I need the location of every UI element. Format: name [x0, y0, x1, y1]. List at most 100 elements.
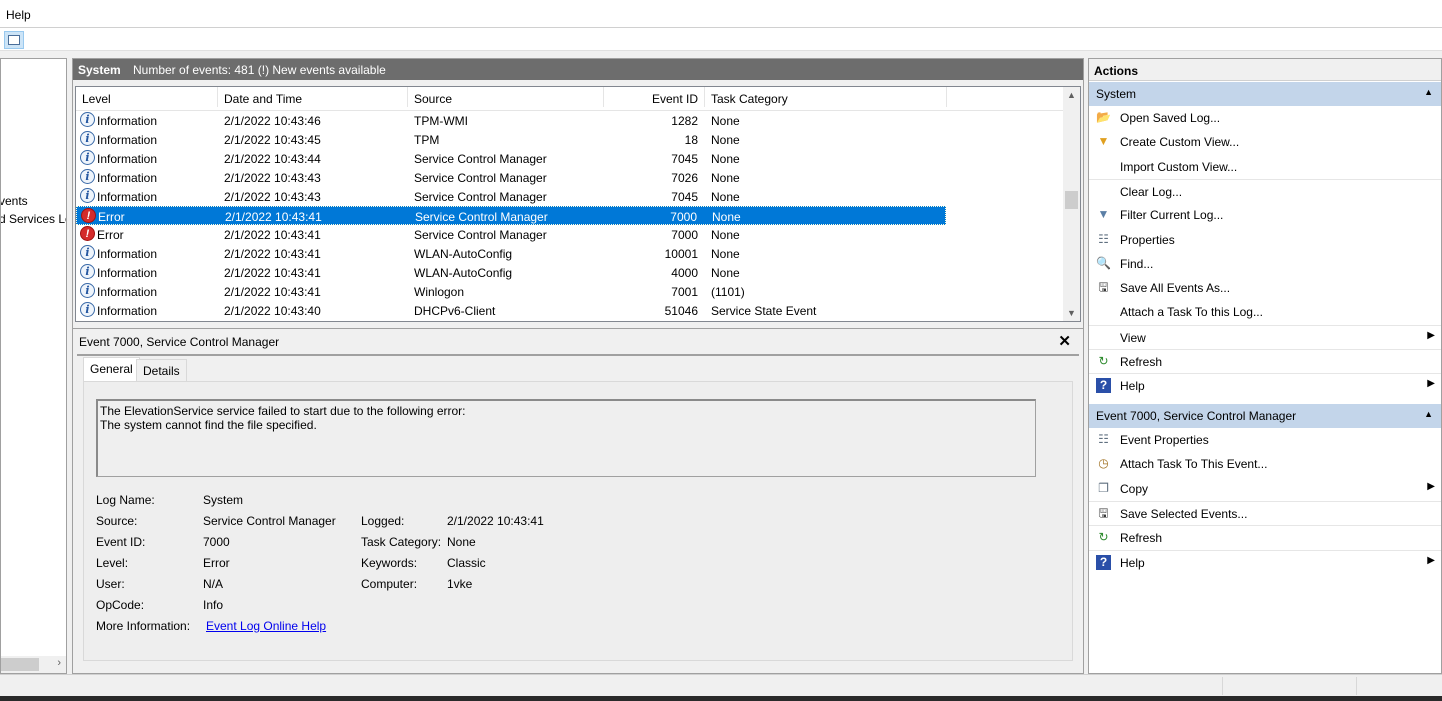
- section-title: System: [1096, 87, 1137, 101]
- menu-bar: Help: [0, 0, 1442, 28]
- cell-date: 2/1/2022 10:43:41: [224, 285, 321, 299]
- divider: [77, 354, 1079, 356]
- tab-general[interactable]: General: [83, 357, 140, 382]
- taskbar-edge: [0, 696, 1442, 701]
- actions-pane: Actions System ▲ 📂 Open Saved Log... ▼ Crea…: [1088, 58, 1442, 674]
- cell-level: Information: [97, 114, 158, 128]
- show-hide-console-tree-icon[interactable]: [4, 31, 24, 49]
- cell-source: WLAN-AutoConfig: [414, 247, 513, 261]
- event-message[interactable]: The ElevationService service failed to s…: [96, 399, 1036, 477]
- tab-details[interactable]: Details: [136, 359, 187, 381]
- actions-section-system[interactable]: System ▲: [1089, 82, 1441, 106]
- action-label: Filter Current Log...: [1120, 208, 1224, 223]
- action-label: Import Custom View...: [1120, 159, 1238, 174]
- action-open-saved-log[interactable]: 📂 Open Saved Log...: [1089, 106, 1441, 130]
- action-label: Event Properties: [1120, 433, 1209, 447]
- cell-level: Error: [98, 210, 125, 224]
- user-value: N/A: [203, 577, 224, 591]
- column-source[interactable]: Source: [408, 87, 604, 107]
- event-detail-pane: Event 7000, Service Control Manager ✕ Ge…: [73, 328, 1083, 673]
- action-attach-task-to-this-event[interactable]: ◷ Attach Task To This Event...: [1089, 452, 1441, 476]
- keywords-value: Classic: [447, 556, 486, 570]
- menu-help[interactable]: Help: [6, 8, 31, 22]
- cell-task-category: None: [711, 171, 740, 185]
- action-attach-a-task-to-this-log[interactable]: Attach a Task To this Log...: [1089, 300, 1441, 324]
- scroll-down-icon[interactable]: ▼: [1067, 308, 1076, 318]
- action-label: Open Saved Log...: [1120, 111, 1221, 125]
- scroll-up-icon[interactable]: ▲: [1067, 90, 1076, 100]
- action-filter-current-log[interactable]: ▼ Filter Current Log...: [1089, 203, 1441, 227]
- action-find[interactable]: 🔍 Find...: [1089, 252, 1441, 276]
- table-row[interactable]: i Information 2/1/2022 10:43:43 Service Con…: [76, 187, 946, 206]
- scroll-right-icon[interactable]: ›: [57, 657, 61, 669]
- computer-label: Computer:: [361, 577, 418, 591]
- collapse-icon[interactable]: ▲: [1424, 409, 1433, 419]
- action-label: Properties: [1120, 232, 1175, 247]
- close-icon[interactable]: ✕: [1058, 332, 1071, 350]
- cell-task-category: None: [711, 133, 740, 147]
- table-row[interactable]: i Information 2/1/2022 10:43:43 Service Con…: [76, 168, 946, 187]
- action-label: Create Custom View...: [1120, 135, 1240, 150]
- column-event-id[interactable]: Event ID: [604, 87, 705, 107]
- table-row[interactable]: i Information 2/1/2022 10:43:41 WLAN-AutoCo…: [76, 263, 946, 282]
- table-row[interactable]: i Information 2/1/2022 10:43:45 TPM 18 None: [76, 130, 946, 149]
- cell-event-id: 18: [684, 133, 698, 147]
- event-id-value: 7000: [203, 535, 230, 549]
- message-line: The ElevationService service failed to s…: [100, 404, 466, 418]
- table-row[interactable]: i Information 2/1/2022 10:43:44 Service Con…: [76, 149, 946, 168]
- action-label: Copy: [1120, 481, 1149, 496]
- action-refresh[interactable]: ↻ Refresh: [1089, 525, 1441, 549]
- cell-event-id: 7045: [671, 152, 698, 166]
- action-view[interactable]: View ▶: [1089, 324, 1441, 349]
- actions-section-event[interactable]: Event 7000, Service Control Manager ▲: [1089, 404, 1441, 428]
- table-row[interactable]: i Information 2/1/2022 10:43:41 Winlogon 700…: [76, 282, 946, 301]
- cell-date: 2/1/2022 10:43:44: [224, 152, 321, 166]
- table-row[interactable]: i Information 2/1/2022 10:43:41 WLAN-AutoCo…: [76, 244, 946, 263]
- action-save-all-events-as[interactable]: 🖫 Save All Events As...: [1089, 276, 1441, 300]
- column-task-category[interactable]: Task Category: [705, 87, 947, 107]
- cell-event-id: 7001: [671, 285, 698, 299]
- events-vertical-scrollbar[interactable]: ▲ ▼: [1063, 87, 1080, 321]
- filter-create-icon: ▼: [1097, 134, 1110, 149]
- column-date[interactable]: Date and Time: [218, 87, 408, 107]
- scrollbar-thumb[interactable]: [1065, 191, 1078, 209]
- collapse-icon[interactable]: ▲: [1424, 87, 1433, 97]
- more-information-label: More Information:: [96, 619, 191, 633]
- table-row[interactable]: i Information 2/1/2022 10:43:40 DHCPv6-Clie…: [76, 301, 946, 320]
- action-help[interactable]: ? Help ▶: [1089, 549, 1441, 574]
- source-value: Service Control Manager: [203, 514, 336, 528]
- action-event-properties[interactable]: ☷ Event Properties: [1089, 428, 1441, 452]
- table-row[interactable]: ! Error 2/1/2022 10:43:41 Service Control M…: [76, 206, 946, 225]
- action-refresh[interactable]: ↻ Refresh: [1089, 349, 1441, 373]
- action-import-custom-view[interactable]: Import Custom View...: [1089, 155, 1441, 179]
- scrollbar-thumb[interactable]: [1, 658, 39, 671]
- cell-source: Service Control Manager: [414, 228, 547, 242]
- action-save-selected-events[interactable]: 🖫 Save Selected Events...: [1089, 500, 1441, 525]
- tree-item[interactable]: d Services Lo: [1, 212, 66, 226]
- action-clear-log[interactable]: Clear Log...: [1089, 178, 1441, 203]
- logged-value: 2/1/2022 10:43:41: [447, 514, 544, 528]
- cell-source: DHCPv6-Client: [414, 304, 496, 318]
- action-properties[interactable]: ☷ Properties: [1089, 228, 1441, 252]
- keywords-label: Keywords:: [361, 556, 418, 570]
- cell-source: TPM-WMI: [414, 114, 468, 128]
- table-row[interactable]: i Information 2/1/2022 10:43:46 TPM-WMI 1282…: [76, 111, 946, 130]
- cell-source: Service Control Manager: [414, 171, 547, 185]
- log-name-value: System: [203, 493, 244, 507]
- cell-date: 2/1/2022 10:43:41: [224, 228, 321, 242]
- event-log-online-help-link[interactable]: Event Log Online Help: [206, 619, 326, 633]
- action-label: Refresh: [1120, 531, 1163, 546]
- cell-source: Winlogon: [414, 285, 465, 299]
- cell-level: Information: [97, 304, 158, 318]
- table-row[interactable]: ! Error 2/1/2022 10:43:41 Service Control M…: [76, 225, 946, 244]
- action-copy[interactable]: ❐ Copy ▶: [1089, 477, 1441, 501]
- action-help[interactable]: ? Help ▶: [1089, 373, 1441, 397]
- column-level[interactable]: Level: [76, 87, 218, 107]
- source-label: Source:: [96, 514, 138, 528]
- events-table[interactable]: Level Date and Time Source Event ID Task…: [75, 86, 1081, 322]
- tree-item[interactable]: vents: [1, 194, 28, 208]
- action-create-custom-view[interactable]: ▼ Create Custom View...: [1089, 130, 1441, 154]
- tree-horizontal-scrollbar[interactable]: ›: [1, 656, 66, 673]
- cell-level: Information: [97, 285, 158, 299]
- console-tree[interactable]: vents d Services Lo ›: [0, 58, 67, 674]
